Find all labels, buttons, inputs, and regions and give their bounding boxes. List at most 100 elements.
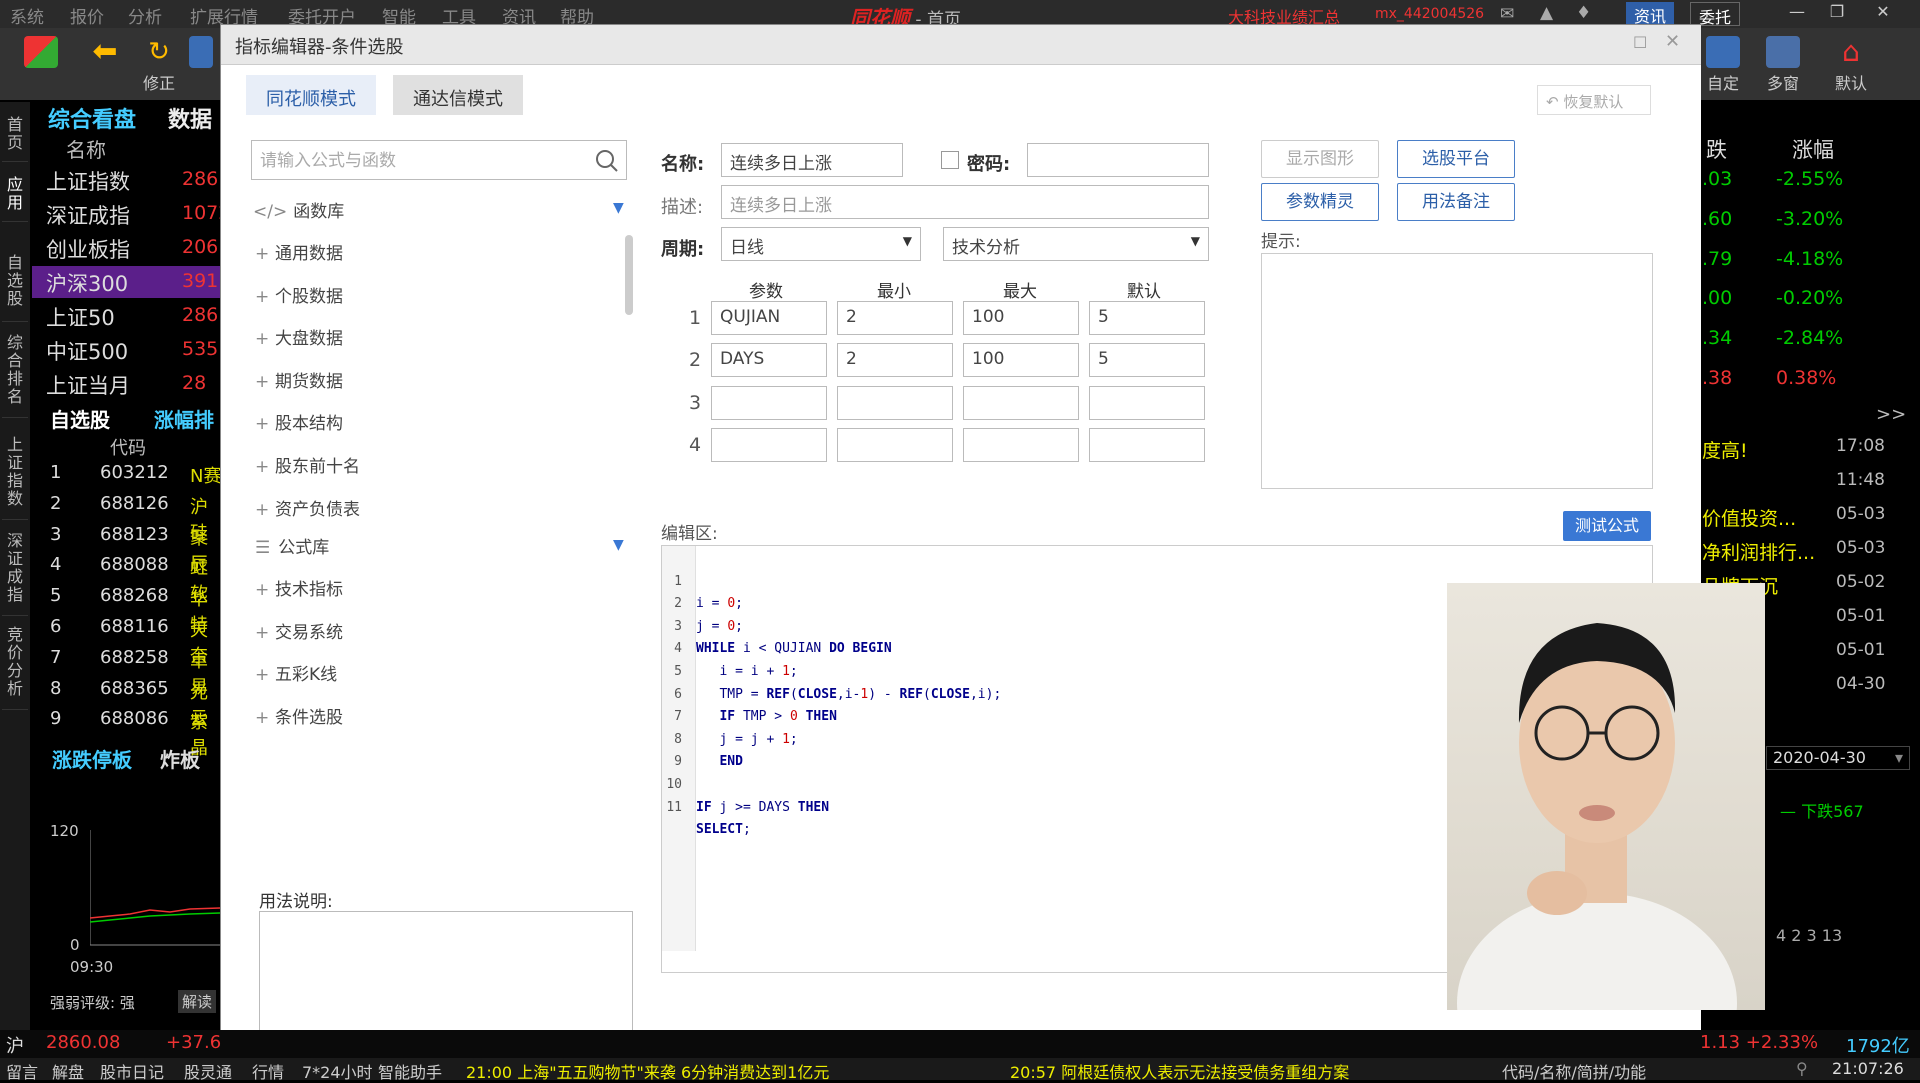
param-wizard-button[interactable]: 参数精灵 xyxy=(1261,183,1379,221)
news-row[interactable]: 净利润排行... 05-03 xyxy=(1700,538,1910,568)
stock-row[interactable]: 3 688123 聚辰 xyxy=(32,524,222,575)
status-item[interactable]: 留言 xyxy=(6,1059,38,1083)
param-name-input[interactable] xyxy=(711,428,827,463)
param-min-input[interactable]: 2 xyxy=(837,301,953,335)
func-tree-item[interactable]: + 期货数据 xyxy=(255,367,343,392)
date-select[interactable]: 2020-04-30 ▾ xyxy=(1766,746,1910,770)
param-max-input[interactable]: 100 xyxy=(963,301,1079,335)
news-row[interactable]: 度高! 17:08 xyxy=(1700,436,1910,466)
more-button[interactable]: >> xyxy=(1876,404,1906,425)
stock-row[interactable]: 8 688365 光云 xyxy=(32,678,222,729)
minimize-button[interactable]: — xyxy=(1780,2,1814,26)
index-row[interactable]: 沪深300 391 xyxy=(32,266,222,298)
tab-ths-mode[interactable]: 同花顺模式 xyxy=(246,75,376,115)
menu-analysis[interactable]: 分析 xyxy=(128,3,162,28)
formula-tree-item[interactable]: + 交易系统 xyxy=(255,618,343,643)
rating-interpret-button[interactable]: 解读 xyxy=(178,990,217,1013)
overview-header[interactable]: 综合看盘 xyxy=(48,102,136,134)
menu-system[interactable]: 系统 xyxy=(10,3,44,28)
type-select[interactable]: 技术分析 ▼ xyxy=(943,227,1209,261)
stock-row[interactable]: 5 688268 华特 xyxy=(32,585,222,636)
formula-tree-item[interactable]: + 技术指标 xyxy=(255,575,343,600)
dialog-close-icon[interactable]: ✕ xyxy=(1665,31,1680,52)
dialog-maximize-icon[interactable]: ☐ xyxy=(1633,33,1647,52)
status-item[interactable]: 股灵通 xyxy=(184,1059,232,1083)
mail-icon[interactable]: ✉ xyxy=(1500,4,1514,24)
break-tab[interactable]: 炸板 xyxy=(160,744,200,773)
formula-lib-header[interactable]: ☰ 公式库 xyxy=(255,533,329,558)
index-row[interactable]: 深证成指 1072 xyxy=(32,198,230,230)
watchlist-header[interactable]: 自选股 xyxy=(50,404,110,433)
param-name-input[interactable] xyxy=(711,385,827,420)
param-max-input[interactable] xyxy=(963,428,1079,463)
param-default-input[interactable]: 5 xyxy=(1089,301,1205,335)
tree-scrollbar[interactable] xyxy=(625,235,633,315)
search-icon[interactable] xyxy=(595,149,619,173)
func-tree-item[interactable]: + 个股数据 xyxy=(255,282,343,307)
status-item[interactable]: 股市日记 xyxy=(100,1059,164,1083)
formula-tree-item[interactable]: + 五彩K线 xyxy=(255,660,337,685)
index-row[interactable]: 创业板指 206 xyxy=(32,232,222,264)
param-name-input[interactable]: QUJIAN xyxy=(711,301,827,335)
index-row[interactable]: 上证50 286 xyxy=(32,300,222,332)
vtab-auction[interactable]: 竞价分析 xyxy=(2,622,28,710)
toolbar-back-button[interactable]: ⬅ xyxy=(78,36,132,94)
vtab-ranking[interactable]: 综合排名 xyxy=(2,330,28,418)
right-quote-row[interactable]: .03 -2.55% xyxy=(1700,168,1915,198)
shirt-icon[interactable]: ♦ xyxy=(1576,3,1591,23)
password-input[interactable] xyxy=(1027,143,1209,177)
param-max-input[interactable] xyxy=(963,385,1079,420)
param-default-input[interactable]: 5 xyxy=(1089,343,1205,378)
param-min-input[interactable] xyxy=(837,385,953,420)
desc-input[interactable]: 连续多日上涨 xyxy=(721,185,1209,219)
func-lib-header[interactable]: </> 函数库 xyxy=(253,197,344,222)
param-default-input[interactable] xyxy=(1089,385,1205,420)
param-min-input[interactable] xyxy=(837,428,953,463)
vtab-sh-index[interactable]: 上证指数 xyxy=(2,432,28,520)
stock-row[interactable]: 2 688126 沪硅 xyxy=(32,493,222,544)
formula-tree-item[interactable]: + 条件选股 xyxy=(255,703,343,728)
test-formula-button[interactable]: 测试公式 xyxy=(1563,511,1651,541)
maximize-button[interactable]: ❐ xyxy=(1820,2,1854,26)
param-max-input[interactable]: 100 xyxy=(963,343,1079,378)
param-min-input[interactable]: 2 xyxy=(837,343,953,378)
toolbar-custom-button[interactable]: 自定 xyxy=(1696,36,1750,94)
param-name-input[interactable]: DAYS xyxy=(711,343,827,378)
search-icon[interactable]: ⚲ xyxy=(1796,1059,1808,1078)
vtab-watchlist[interactable]: 自选股 xyxy=(2,250,28,322)
password-checkbox[interactable] xyxy=(941,151,959,169)
usage-note-button[interactable]: 用法备注 xyxy=(1397,183,1515,221)
stock-row[interactable]: 7 688258 卓易 xyxy=(32,647,222,698)
news-ticker-2[interactable]: 20:57 阿根廷债权人表示无法接受债务重组方案 xyxy=(1010,1059,1349,1083)
status-item[interactable]: 解盘 xyxy=(52,1059,84,1083)
index-row[interactable]: 上证当月 28 xyxy=(32,368,222,400)
toolbar-self-button[interactable] xyxy=(186,36,216,94)
news-ticker-1[interactable]: 21:00 上海"五五购物节"来袭 6分钟消费达到1亿元 xyxy=(466,1059,829,1083)
func-tree-item[interactable]: + 资产负债表 xyxy=(255,495,360,520)
code-search-input[interactable]: 代码/名称/简拼/功能 xyxy=(1502,1059,1646,1083)
func-tree-item[interactable]: + 股本结构 xyxy=(255,409,343,434)
name-input[interactable]: 连续多日上涨 xyxy=(721,143,903,177)
news-row[interactable]: 价值投资... 05-03 xyxy=(1700,504,1910,534)
stock-row[interactable]: 6 688116 天奈 xyxy=(32,616,222,667)
toolbar-fix-button[interactable]: ↻ 修正 xyxy=(132,36,186,94)
stock-row[interactable]: 4 688088 虹软 xyxy=(32,554,222,605)
gainers-header[interactable]: 涨幅排 xyxy=(154,404,214,433)
func-tree-item[interactable]: + 通用数据 xyxy=(255,239,343,264)
toolbar-home-button[interactable] xyxy=(14,36,68,94)
func-tree-item[interactable]: + 股东前十名 xyxy=(255,452,360,477)
period-select[interactable]: 日线 ▼ xyxy=(721,227,921,261)
stock-platform-button[interactable]: 选股平台 xyxy=(1397,140,1515,178)
news-row[interactable]: 11:48 xyxy=(1700,470,1910,500)
bell-icon[interactable]: ▲ xyxy=(1540,3,1553,23)
vtab-home[interactable]: 首页 xyxy=(2,112,28,162)
status-item[interactable]: 智能助手 xyxy=(378,1059,442,1083)
data-header[interactable]: 数据 xyxy=(168,102,212,134)
news-button[interactable]: 资讯 xyxy=(1626,2,1675,26)
limit-tab[interactable]: 涨跌停板 xyxy=(52,744,132,773)
toolbar-default-button[interactable]: ⌂ 默认 xyxy=(1824,36,1878,94)
stock-row[interactable]: 9 688086 紫晶 xyxy=(32,708,222,759)
right-quote-row[interactable]: .38 0.38% xyxy=(1700,367,1915,397)
func-lib-caret-icon[interactable]: ▼ xyxy=(613,200,624,216)
index-row[interactable]: 中证500 535 xyxy=(32,334,222,366)
